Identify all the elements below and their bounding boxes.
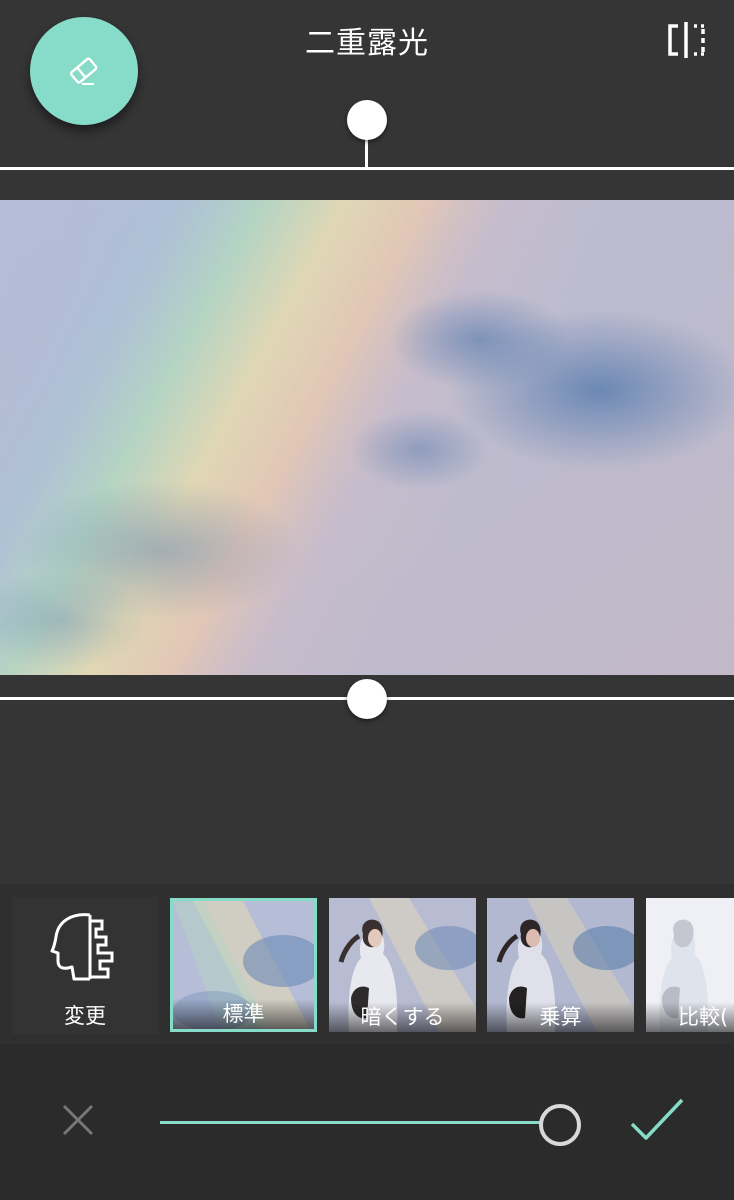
blend-multiply-label: 乗算	[487, 1002, 634, 1032]
eraser-icon	[69, 57, 98, 85]
blend-compare-thumb[interactable]: 比較(	[646, 898, 734, 1032]
top-slider-knob[interactable]	[347, 100, 387, 140]
change-image-button[interactable]: 変更	[12, 897, 158, 1034]
bottom-slider-knob[interactable]	[347, 679, 387, 719]
eraser-button[interactable]	[30, 17, 138, 125]
blend-compare-label: 比較(	[646, 1002, 734, 1032]
blend-standard-thumb[interactable]: 標準	[170, 898, 317, 1032]
blend-standard-label: 標準	[173, 999, 314, 1029]
checkmark-icon	[630, 1098, 684, 1140]
blend-darken-thumb[interactable]: 暗くする	[329, 898, 476, 1032]
opacity-slider-track[interactable]	[160, 1121, 556, 1124]
face-profile-icon	[50, 913, 114, 981]
cancel-button[interactable]	[56, 1098, 100, 1142]
double-exposure-preview[interactable]	[0, 200, 734, 675]
confirm-button[interactable]	[628, 1096, 686, 1146]
change-label: 変更	[64, 1004, 106, 1028]
compare-button[interactable]	[664, 20, 708, 60]
rainbow-sky-image	[0, 200, 734, 675]
close-icon	[62, 1104, 94, 1136]
opacity-slider-knob[interactable]	[539, 1104, 581, 1146]
compare-split-icon	[668, 22, 705, 58]
blend-multiply-thumb[interactable]: 乗算	[487, 898, 634, 1032]
blend-darken-label: 暗くする	[329, 1002, 476, 1032]
